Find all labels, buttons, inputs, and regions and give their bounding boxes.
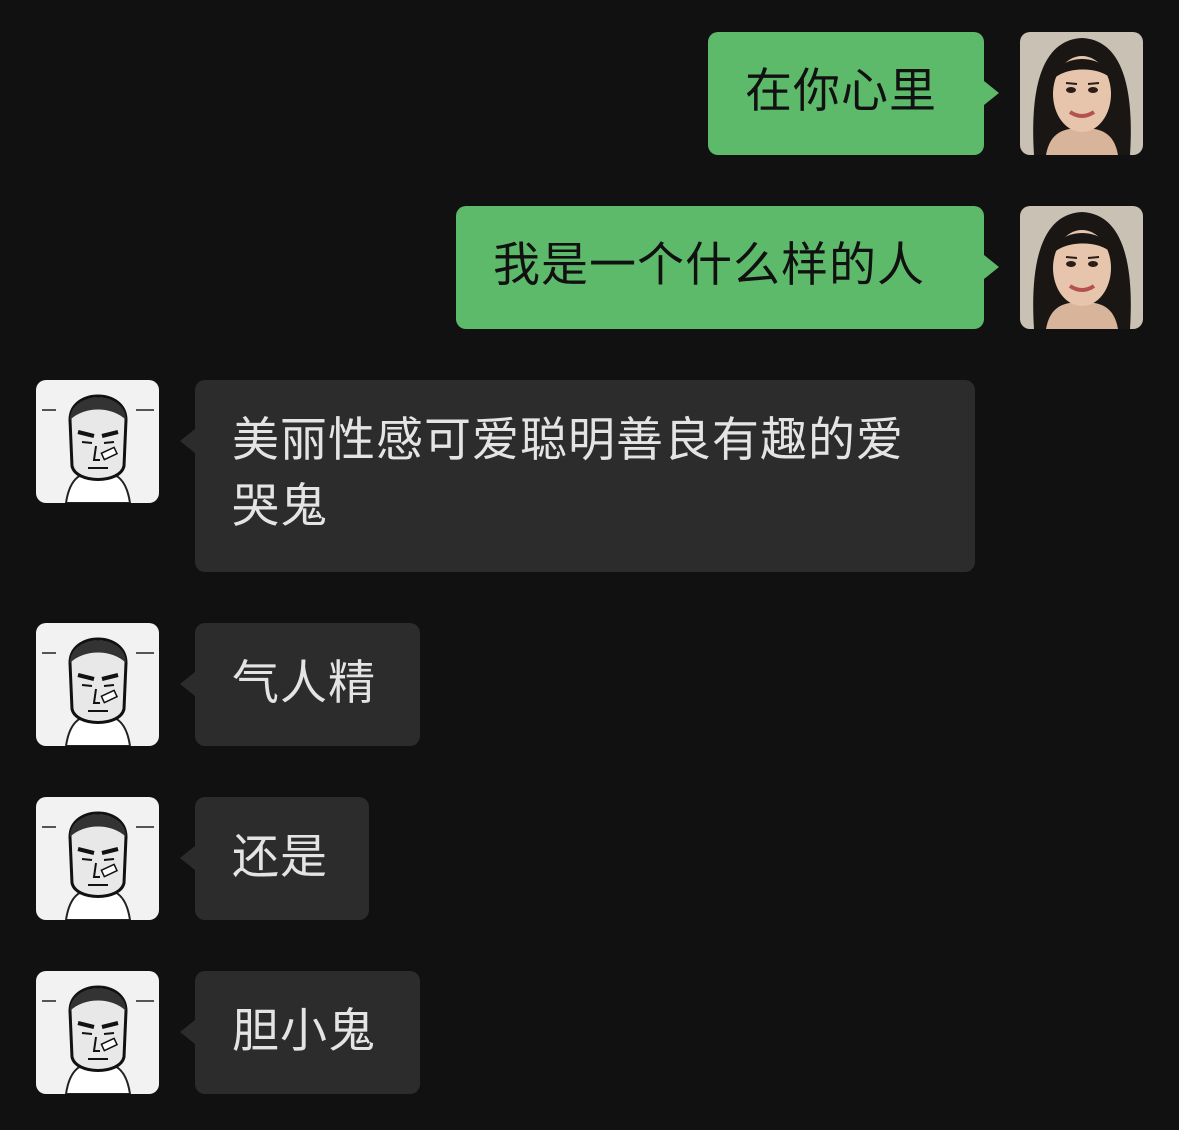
message-text: 还是 <box>232 830 328 885</box>
message-bubble-received[interactable]: 还是 <box>180 797 369 920</box>
message-bubble-received[interactable]: 胆小鬼 <box>180 971 420 1094</box>
bubble-tail <box>180 429 195 453</box>
message-text: 我是一个什么样的人 <box>493 238 925 293</box>
manga-portrait-icon <box>36 380 159 503</box>
contact-avatar[interactable] <box>36 797 159 920</box>
message-text: 美丽性感可爱聪明善良有趣的爱哭鬼 <box>232 413 904 534</box>
bubble-tail <box>180 846 195 870</box>
woman-portrait-icon <box>1020 32 1143 155</box>
my-avatar[interactable] <box>1020 32 1143 155</box>
my-avatar[interactable] <box>1020 206 1143 329</box>
message-bubble-received[interactable]: 气人精 <box>180 623 420 746</box>
contact-avatar[interactable] <box>36 971 159 1094</box>
message-bubble-sent[interactable]: 我是一个什么样的人 <box>456 206 999 329</box>
bubble-tail <box>984 255 999 279</box>
message-text: 在你心里 <box>745 64 937 119</box>
woman-portrait-icon <box>1020 206 1143 329</box>
message-text: 气人精 <box>232 656 376 711</box>
manga-portrait-icon <box>36 623 159 746</box>
manga-portrait-icon <box>36 797 159 920</box>
message-bubble-sent[interactable]: 在你心里 <box>708 32 999 155</box>
bubble-tail <box>984 81 999 105</box>
bubble-tail <box>180 1020 195 1044</box>
contact-avatar[interactable] <box>36 623 159 746</box>
message-text: 胆小鬼 <box>232 1004 376 1059</box>
bubble-tail <box>180 672 195 696</box>
message-bubble-received[interactable]: 美丽性感可爱聪明善良有趣的爱哭鬼 <box>180 380 975 572</box>
contact-avatar[interactable] <box>36 380 159 503</box>
manga-portrait-icon <box>36 971 159 1094</box>
